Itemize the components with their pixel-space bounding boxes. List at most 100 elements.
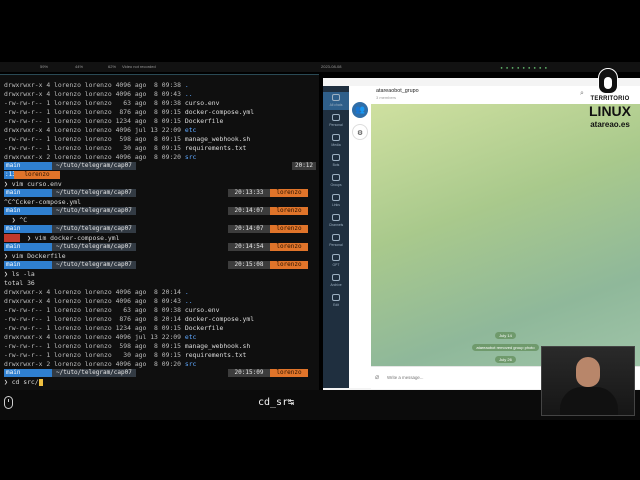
prompt-path: ~/tuto/telegram/cap07 [52,369,136,377]
ls-row-meta: -rw-rw-r-- 1 lorenzo lorenzo 63 ago 8 09… [4,306,185,314]
ls-row: drwxrwxr-x 4 lorenzo lorenzo 4096 ago 8 … [4,288,314,297]
prompt-user: lorenzo [270,243,308,251]
logo-line3: atareao.es [590,120,630,129]
penguin-icon [598,68,618,94]
command-line: ❯ vim Dockerfile [4,252,66,260]
folder-nav-item[interactable]: Links [323,192,349,210]
ls-row-name: requirements.txt [184,351,247,359]
ls-row: -rw-rw-r-- 1 lorenzo lorenzo 876 ago 8 0… [4,108,314,117]
ls-row-name: . [184,288,189,296]
ls-row-name: curso.env [184,306,220,314]
ls-row: -rw-rw-r-- 1 lorenzo lorenzo 63 ago 8 09… [4,99,314,108]
ls-row-name: etc [184,333,197,341]
prompt-branch: main [4,261,52,269]
ls-row-meta: -rw-rw-r-- 1 lorenzo lorenzo 30 ago 8 09… [4,144,185,152]
ls-row-meta: drwxrwxr-x 4 lorenzo lorenzo 4096 ago 8 … [4,81,185,89]
prompt-user: lorenzo [14,171,60,179]
status-mem: 44% [75,64,84,69]
ls-row-meta: drwxrwxr-x 4 lorenzo lorenzo 4096 jul 13… [4,333,185,341]
prompt-time: 20:15:09 [228,369,270,377]
ls-row: -rw-rw-r-- 1 lorenzo lorenzo 30 ago 8 09… [4,351,314,360]
chat-area: July 14 atareaobot removed group photo J… [371,104,640,375]
prompt-branch: main [4,162,52,170]
ls-row-meta: -rw-rw-r-- 1 lorenzo lorenzo 1234 ago 8 … [4,324,185,332]
folder-label: Personal [329,243,343,247]
status-rec: Video not recorded [122,64,156,69]
prompt-path: ~/tuto/telegram/cap07 [52,243,136,251]
ls-row-meta: -rw-rw-r-- 1 lorenzo lorenzo 876 ago 8 0… [4,108,185,116]
prompt-time: 20:12 [292,162,316,170]
folder-nav-item[interactable]: All chats [323,92,349,110]
top-status-bar: 59% 44% 62% Video not recorded 2023-08-0… [0,62,640,72]
chat-subtitle: 3 members [376,95,397,100]
ls-row-name: src [184,360,197,368]
chat-avatar-group[interactable]: 👥 [352,102,368,118]
ls-row: drwxrwxr-x 2 lorenzo lorenzo 4096 ago 8 … [4,153,314,162]
ls-row-meta: drwxrwxr-x 2 lorenzo lorenzo 4096 ago 8 … [4,153,185,161]
presenter-head [576,357,600,387]
folder-nav-item[interactable]: Bots [323,152,349,170]
logo-line1: TERRITORIO [590,96,630,102]
prompt-path: ~/tuto/telegram/cap07 [52,207,136,215]
folder-label: Groups [330,183,342,187]
ls-row-meta: -rw-rw-r-- 1 lorenzo lorenzo 598 ago 8 0… [4,135,185,143]
folder-icon [332,174,340,181]
prompt-branch: main [4,207,52,215]
folder-icon [332,274,340,281]
folder-nav-item[interactable]: Personal [323,112,349,130]
ls-row: drwxrwxr-x 4 lorenzo lorenzo 4096 jul 13… [4,126,314,135]
prompt-time: 20:14:07 [228,207,270,215]
folder-nav-item[interactable]: Channels [323,212,349,230]
command-line: ❯ vim curso.env [4,180,62,188]
message-input[interactable] [387,375,537,380]
folder-nav-item[interactable]: Groups [323,172,349,190]
prompt-path: ~/tuto/telegram/cap07 [52,225,136,233]
folder-nav-item[interactable]: GPT [323,252,349,270]
status-date: 2023-08-08 [321,64,342,69]
ls-row-name: curso.env [184,99,220,107]
ls-row: -rw-rw-r-- 1 lorenzo lorenzo 598 ago 8 0… [4,135,314,144]
folder-label: Bots [332,163,340,167]
prompt-branch: main [4,189,52,197]
prompt-path: ~/tuto/telegram/cap07 [52,261,136,269]
chat-avatar-bot[interactable]: ⚙ [352,124,368,140]
folder-nav-item[interactable]: Media [323,132,349,150]
prompt-time: 20:14:07 [228,225,270,233]
attach-icon[interactable]: ⌀ [375,373,379,381]
ls-row-name: .. [184,90,193,98]
territorio-linux-logo: TERRITORIO LINUX atareao.es [584,66,636,136]
folder-label: All chats [329,103,343,107]
webcam-overlay [541,346,635,416]
ls-row-meta: drwxrwxr-x 2 lorenzo lorenzo 4096 ago 8 … [4,360,185,368]
text-cursor [38,378,43,386]
ls-row-meta: drwxrwxr-x 4 lorenzo lorenzo 4096 ago 8 … [4,90,185,98]
folder-nav-item[interactable]: Archive [323,272,349,290]
telegram-chat-list: 👥 ⚙ [349,86,372,388]
ls-row-meta: -rw-rw-r-- 1 lorenzo lorenzo 63 ago 8 09… [4,99,185,107]
ls-row-name: requirements.txt [184,144,247,152]
ls-row: drwxrwxr-x 4 lorenzo lorenzo 4096 ago 8 … [4,90,314,99]
folder-icon [332,94,340,101]
ls-row-name: manage_webhook.sh [184,342,251,350]
ls-row: drwxrwxr-x 4 lorenzo lorenzo 4096 jul 13… [4,333,314,342]
prompt-user: lorenzo [270,207,308,215]
folder-icon [332,114,340,121]
prompt-user: lorenzo [270,189,308,197]
folder-nav-item[interactable]: Edit [323,292,349,310]
ls-row-name: etc [184,126,197,134]
folder-label: Archive [330,283,342,287]
folder-label: Edit [333,303,339,307]
ls-row-name: docker-compose.yml [184,315,255,323]
ls-row: -rw-rw-r-- 1 lorenzo lorenzo 1234 ago 8 … [4,324,314,333]
prompt-user: lorenzo [270,369,308,377]
folder-label: Links [332,203,340,207]
status-bat: 62% [108,64,117,69]
chat-title[interactable]: atareaobot_grupo [376,88,419,94]
output-line: ^C^Ccker-compose.yml [4,198,81,206]
folder-label: GPT [332,263,340,267]
prompt-path: ~/tuto/telegram/cap07 [52,162,136,170]
current-command: ❯ cd src/ [4,378,314,387]
folder-nav-item[interactable]: Personal [323,232,349,250]
terminal-window[interactable]: drwxrwxr-x 4 lorenzo lorenzo 4096 ago 8 … [0,74,319,391]
presenter-body [560,387,618,415]
